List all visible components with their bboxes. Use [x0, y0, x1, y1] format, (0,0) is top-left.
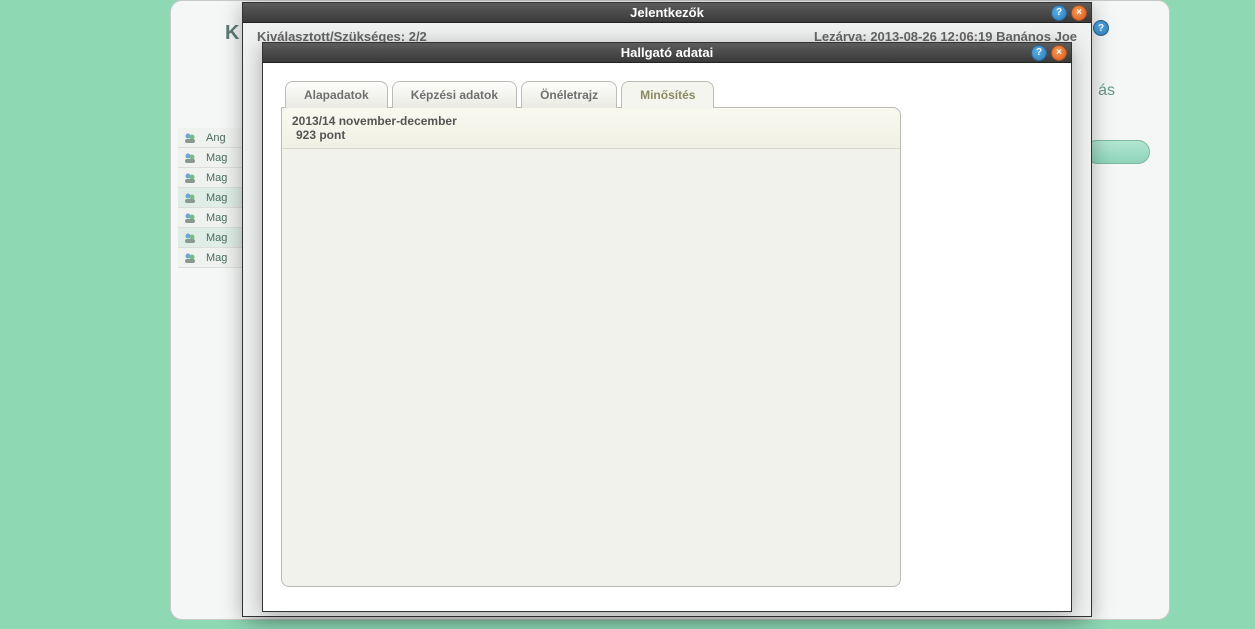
modal-applicants-title: Jelentkezők ? ×	[243, 3, 1091, 23]
sidebar-item[interactable]: Ang	[178, 128, 248, 148]
tab-cv[interactable]: Önéletrajz	[521, 81, 617, 108]
qualification-row: 2013/14 november-december 923 pont	[282, 108, 900, 149]
qualification-period: 2013/14 november-december	[292, 114, 890, 128]
tab-panel: 2013/14 november-december 923 pont	[281, 107, 901, 587]
sidebar-item-label: Mag	[206, 252, 227, 264]
people-icon	[182, 250, 198, 266]
modal-student-data: Hallgató adatai ? × Alapadatok Képzési a…	[262, 42, 1072, 612]
background-header: K	[225, 22, 239, 45]
background-help-icon[interactable]: ?	[1093, 20, 1109, 36]
people-icon	[182, 170, 198, 186]
sidebar-item[interactable]: Mag	[178, 148, 248, 168]
help-icon[interactable]: ?	[1031, 45, 1047, 61]
background-button[interactable]	[1085, 140, 1150, 164]
background-right-text: ás	[1098, 82, 1115, 100]
people-icon	[182, 190, 198, 206]
people-icon	[182, 150, 198, 166]
sidebar-item-label: Mag	[206, 152, 227, 164]
close-icon[interactable]: ×	[1051, 45, 1067, 61]
modal-student-title: Hallgató adatai ? ×	[263, 43, 1071, 63]
help-icon[interactable]: ?	[1051, 5, 1067, 21]
qualification-score: 923 pont	[292, 128, 890, 142]
sidebar-item[interactable]: Mag	[178, 248, 248, 268]
people-icon	[182, 230, 198, 246]
people-icon	[182, 130, 198, 146]
tab-qualification[interactable]: Minősítés	[621, 81, 714, 108]
close-icon[interactable]: ×	[1071, 5, 1087, 21]
sidebar-item[interactable]: Mag	[178, 168, 248, 188]
sidebar: Ang Mag Mag Mag Mag Mag Mag	[178, 128, 248, 268]
sidebar-item-label: Mag	[206, 232, 227, 244]
sidebar-item-label: Mag	[206, 212, 227, 224]
people-icon	[182, 210, 198, 226]
sidebar-item[interactable]: Mag	[178, 188, 248, 208]
tabs: Alapadatok Képzési adatok Önéletrajz Min…	[285, 81, 1053, 108]
sidebar-item-label: Mag	[206, 192, 227, 204]
tab-training-data[interactable]: Képzési adatok	[392, 81, 517, 108]
sidebar-item-label: Ang	[206, 132, 226, 144]
sidebar-item[interactable]: Mag	[178, 228, 248, 248]
tab-basic-data[interactable]: Alapadatok	[285, 81, 388, 108]
sidebar-item[interactable]: Mag	[178, 208, 248, 228]
sidebar-item-label: Mag	[206, 172, 227, 184]
